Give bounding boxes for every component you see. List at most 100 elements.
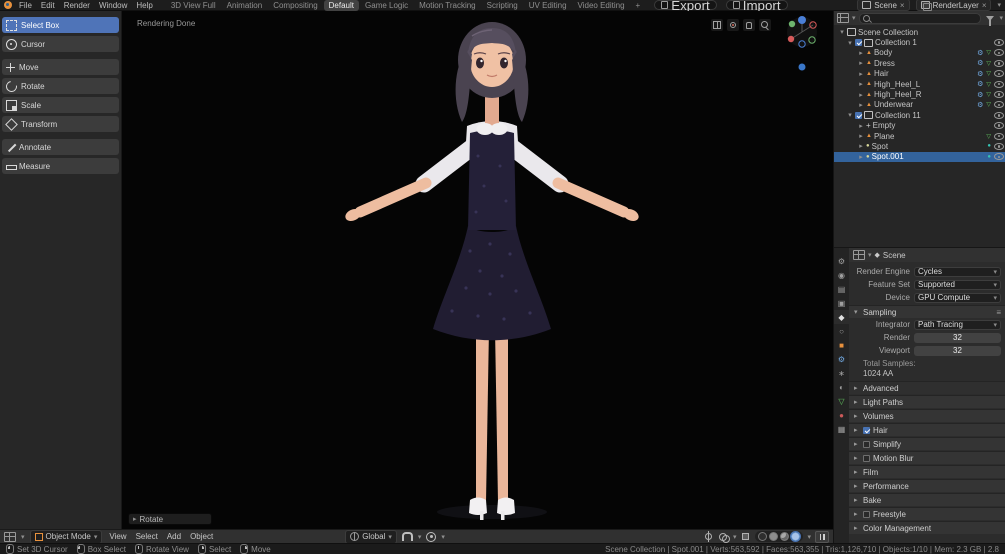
modifier-wrench-icon[interactable]: ⚙ bbox=[977, 59, 983, 67]
hair-checkbox[interactable] bbox=[863, 426, 870, 434]
material-preview-icon[interactable] bbox=[780, 532, 790, 541]
disclosure-icon[interactable]: ▾ bbox=[839, 28, 845, 36]
outliner-row-body[interactable]: ▸ ▲ Body ⚙ ▽ bbox=[834, 48, 1005, 58]
outliner-row-plane[interactable]: ▸ ▲ Plane ▽ bbox=[834, 131, 1005, 141]
workspace-tab-game-logic[interactable]: Game Logic bbox=[360, 0, 413, 11]
menu-help[interactable]: Help bbox=[134, 1, 154, 10]
render-engine-dropdown[interactable]: Cycles ▾ bbox=[914, 266, 1001, 277]
rendered-shading-icon[interactable] bbox=[790, 531, 802, 542]
visibility-eye-icon[interactable] bbox=[994, 111, 1004, 119]
panel-advanced[interactable]: ▸ Advanced bbox=[849, 381, 1005, 394]
panel-color-management[interactable]: ▸ Color Management bbox=[849, 521, 1005, 534]
snap-magnet-icon[interactable] bbox=[401, 532, 413, 541]
tool-transform[interactable]: Transform bbox=[2, 116, 119, 132]
outliner-row-scene-collection[interactable]: ▾ Scene Collection bbox=[834, 27, 1005, 37]
visibility-eye-icon[interactable] bbox=[994, 101, 1004, 109]
properties-tab-physics[interactable]: ◐ bbox=[834, 380, 849, 394]
filter-funnel-icon[interactable] bbox=[986, 15, 995, 26]
visibility-eye-icon[interactable] bbox=[994, 142, 1004, 150]
orientation-dropdown[interactable]: Global ▾ bbox=[345, 529, 397, 544]
collection-name[interactable]: Collection 11 bbox=[875, 111, 921, 120]
disclosure-icon[interactable]: ▸ bbox=[858, 153, 864, 161]
outliner-row-hair[interactable]: ▸ ▲ Hair ⚙ ▽ bbox=[834, 69, 1005, 79]
export-button[interactable]: Export bbox=[654, 0, 717, 13]
properties-tab-output[interactable]: ▤ bbox=[834, 282, 849, 296]
shading-options-icon[interactable]: ▾ bbox=[807, 533, 811, 541]
panel-performance[interactable]: ▸ Performance bbox=[849, 479, 1005, 492]
outliner-row-high-heel-r[interactable]: ▸ ▲ High_Heel_R ⚙ ▽ bbox=[834, 89, 1005, 99]
disclosure-icon[interactable]: ▸ bbox=[858, 49, 864, 57]
overlays-toggle-icon[interactable] bbox=[718, 531, 730, 543]
properties-tab-particles[interactable]: ∗ bbox=[834, 366, 849, 380]
view-layer-dropdown-icon[interactable]: ▾ bbox=[997, 1, 1001, 9]
tool-select-box[interactable]: Select Box bbox=[2, 17, 119, 33]
gizmo-toggle-icon[interactable] bbox=[703, 531, 714, 542]
visibility-eye-icon[interactable] bbox=[994, 153, 1004, 161]
panel-sampling[interactable]: ▾ Sampling ≡ bbox=[849, 305, 1005, 318]
proportional-editing-icon[interactable] bbox=[426, 531, 437, 542]
modifier-wrench-icon[interactable]: ⚙ bbox=[977, 70, 983, 78]
collection-checkbox[interactable] bbox=[855, 39, 862, 47]
modifier-wrench-icon[interactable]: ⚙ bbox=[977, 80, 983, 88]
mesh-data-icon[interactable]: ▽ bbox=[986, 101, 991, 108]
object-name[interactable]: Dress bbox=[874, 59, 895, 68]
object-name[interactable]: Spot bbox=[872, 142, 888, 151]
outliner-row-dress[interactable]: ▸ ▲ Dress ⚙ ▽ bbox=[834, 58, 1005, 68]
panel-light-paths[interactable]: ▸ Light Paths bbox=[849, 395, 1005, 408]
tool-move[interactable]: Move bbox=[2, 59, 119, 75]
menu-object[interactable]: Object bbox=[188, 532, 215, 541]
menu-edit[interactable]: Edit bbox=[39, 1, 57, 10]
scene-collection-name[interactable]: Scene Collection bbox=[858, 28, 918, 37]
outliner-row-spot-001[interactable]: ▸ ● Spot.001 ● bbox=[834, 151, 1005, 163]
scene-selector[interactable]: Scene × bbox=[857, 0, 910, 11]
mesh-data-icon[interactable]: ▽ bbox=[986, 133, 991, 140]
properties-tab-modifiers[interactable]: ⚙ bbox=[834, 352, 849, 366]
outliner-row-empty[interactable]: ▸ + Empty bbox=[834, 121, 1005, 131]
grid-ortho-icon[interactable] bbox=[711, 19, 723, 31]
object-name[interactable]: Spot.001 bbox=[872, 152, 904, 161]
pause-render-button[interactable] bbox=[815, 530, 829, 543]
pan-view-icon[interactable] bbox=[743, 19, 755, 31]
menu-select[interactable]: Select bbox=[134, 532, 160, 541]
disclosure-icon[interactable]: ▸ bbox=[858, 101, 864, 109]
visibility-eye-icon[interactable] bbox=[994, 122, 1004, 130]
integrator-dropdown[interactable]: Path Tracing ▾ bbox=[914, 319, 1001, 330]
properties-tab-world[interactable]: ○ bbox=[834, 324, 849, 338]
outliner-editor-dropdown-icon[interactable]: ▾ bbox=[852, 14, 856, 22]
render-samples-slider[interactable]: 32 bbox=[914, 332, 1001, 343]
presets-menu-icon[interactable]: ≡ bbox=[996, 308, 1001, 317]
filter-dropdown-icon[interactable]: ▾ bbox=[999, 14, 1003, 22]
editor-type-icon[interactable] bbox=[4, 531, 16, 542]
properties-tab-object-data[interactable]: ▽ bbox=[834, 394, 849, 408]
menu-render[interactable]: Render bbox=[62, 1, 92, 10]
object-name[interactable]: High_Heel_L bbox=[874, 80, 920, 89]
outliner-row-high-heel-l[interactable]: ▸ ▲ High_Heel_L ⚙ ▽ bbox=[834, 79, 1005, 89]
collection-checkbox[interactable] bbox=[855, 111, 862, 119]
outliner-search-input[interactable] bbox=[858, 12, 982, 24]
disclosure-icon[interactable]: ▸ bbox=[858, 122, 864, 130]
visibility-eye-icon[interactable] bbox=[994, 91, 1004, 99]
panel-bake[interactable]: ▸ Bake bbox=[849, 493, 1005, 506]
add-workspace-tab[interactable]: + bbox=[631, 0, 646, 11]
outliner-row-spot[interactable]: ▸ ● Spot ● bbox=[834, 141, 1005, 151]
object-name[interactable]: Plane bbox=[874, 132, 894, 141]
workspace-tab-uv-editing[interactable]: UV Editing bbox=[524, 0, 572, 11]
workspace-tab-3d-view-full[interactable]: 3D View Full bbox=[166, 0, 221, 11]
disclosure-icon[interactable]: ▾ bbox=[847, 39, 853, 47]
device-dropdown[interactable]: GPU Compute ▾ bbox=[914, 292, 1001, 303]
workspace-tab-animation[interactable]: Animation bbox=[222, 0, 268, 11]
viewport-samples-slider[interactable]: 32 bbox=[914, 345, 1001, 356]
mesh-data-icon[interactable]: ▽ bbox=[986, 70, 991, 77]
mesh-data-icon[interactable]: ▽ bbox=[986, 91, 991, 98]
wireframe-shading-icon[interactable] bbox=[758, 532, 768, 541]
mesh-data-icon[interactable]: ▽ bbox=[986, 81, 991, 88]
3d-viewport[interactable]: Select Box Cursor Move Rotate Scale Tran… bbox=[0, 11, 833, 529]
disclosure-icon[interactable]: ▸ bbox=[858, 91, 864, 99]
workspace-tab-video-editing[interactable]: Video Editing bbox=[573, 0, 630, 11]
panel-film[interactable]: ▸ Film bbox=[849, 465, 1005, 478]
panel-motion-blur[interactable]: ▸ Motion Blur bbox=[849, 451, 1005, 464]
properties-tab-material[interactable]: ● bbox=[834, 408, 849, 422]
tool-scale[interactable]: Scale bbox=[2, 97, 119, 113]
unlink-view-layer-icon[interactable]: × bbox=[982, 1, 987, 10]
menu-window[interactable]: Window bbox=[97, 1, 129, 10]
